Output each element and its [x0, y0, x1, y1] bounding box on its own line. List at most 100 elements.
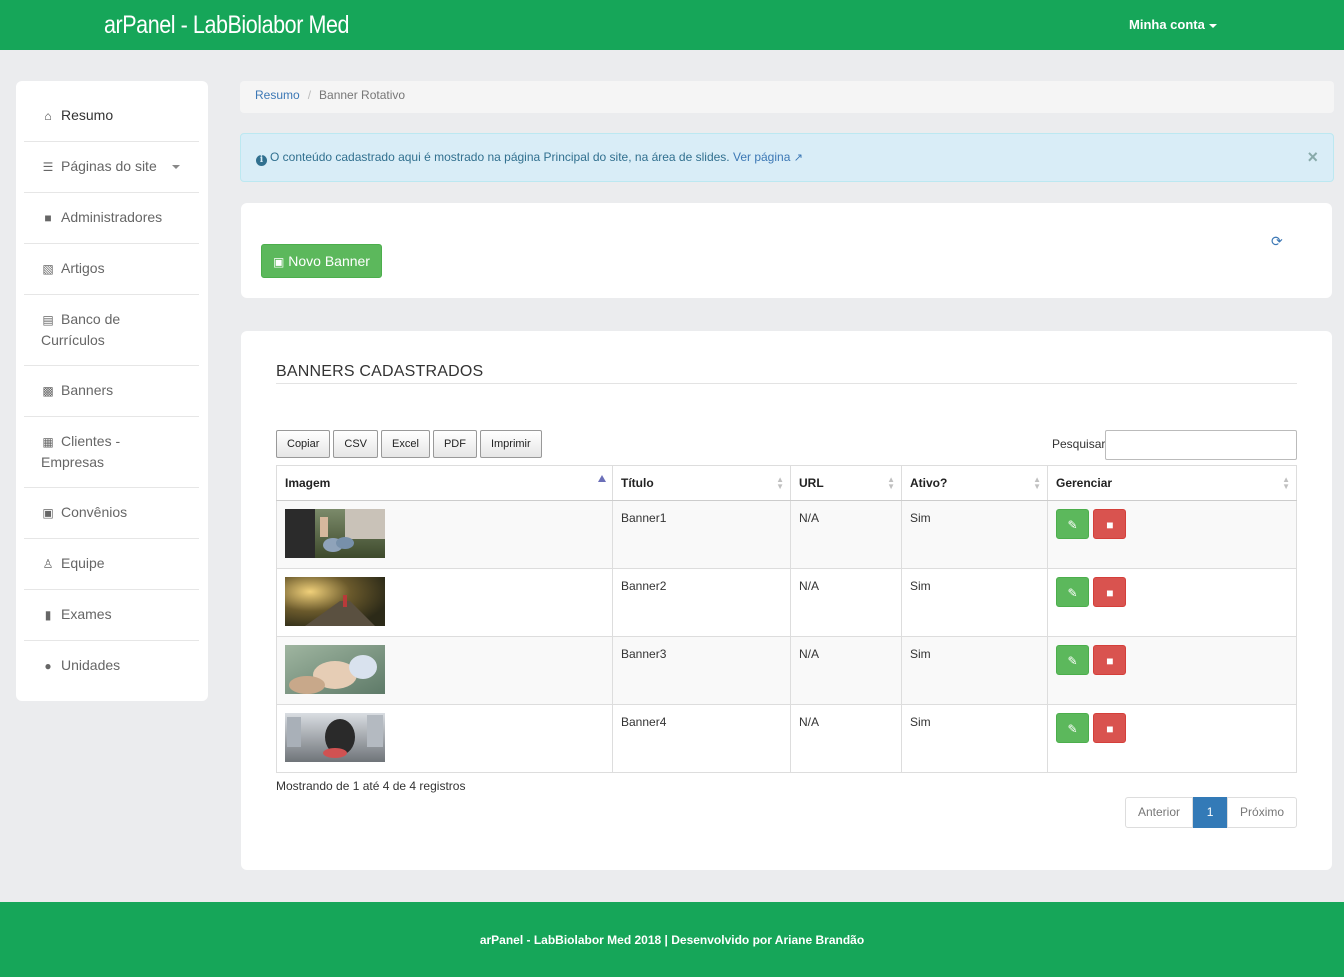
image-cell [276, 568, 613, 637]
sidebar-item-artigos[interactable]: ▧ Artigos [24, 245, 199, 295]
sidebar-item-convenios[interactable]: ▣ Convênios [24, 489, 199, 539]
column-header-url[interactable]: URL ▲ ▼ [790, 465, 902, 501]
delete-button[interactable]: ■ [1093, 645, 1127, 675]
footer-text: arPanel - LabBiolabor Med 2018 | Desenvo… [479, 933, 865, 947]
save-icon: ▣ [273, 255, 285, 269]
edit-button[interactable]: ✎ [1056, 509, 1089, 539]
close-alert-button[interactable]: × [1307, 148, 1318, 166]
banner-thumbnail[interactable] [285, 713, 385, 762]
url-cell: N/A [790, 500, 902, 569]
info-alert: iO conteúdo cadastrado aqui é mostrado n… [240, 133, 1334, 182]
actions-cell: ✎ ■ [1047, 636, 1297, 705]
delete-button[interactable]: ■ [1093, 509, 1127, 539]
view-page-link[interactable]: Ver página ↗ [733, 150, 803, 164]
url-cell: N/A [790, 568, 902, 637]
banner-thumbnail[interactable] [285, 645, 385, 694]
previous-page-button[interactable]: Anterior [1125, 797, 1194, 828]
trash-icon: ■ [1106, 654, 1114, 668]
column-header-titulo[interactable]: Título ▲ ▼ [612, 465, 791, 501]
sidebar-item-banners[interactable]: ▩ Banners [24, 367, 199, 417]
file-icon: ▮ [44, 608, 52, 622]
pagination: Anterior 1 Próximo [1125, 797, 1298, 828]
ativo-cell: Sim [901, 500, 1048, 569]
sidebar-item-exames[interactable]: ▮ Exames [24, 591, 199, 641]
divider [276, 383, 1297, 384]
column-header-gerenciar[interactable]: Gerenciar ▲ ▼ [1047, 465, 1297, 501]
sidebar-item-administradores[interactable]: ■ Administradores [24, 194, 199, 244]
chevron-down-icon [171, 165, 180, 170]
edit-button[interactable]: ✎ [1056, 577, 1089, 607]
sidebar-item-label: Unidades [61, 657, 121, 673]
next-page-button[interactable]: Próximo [1227, 797, 1298, 828]
brand-title[interactable]: arPanel - LabBiolabor Med [104, 11, 349, 40]
edit-icon: ✎ [1067, 722, 1078, 736]
banners-table: Imagem Título ▲ ▼ URL ▲ ▼ Ativo? ▲ ▼ Gerenciar… [276, 465, 1297, 773]
banner-thumbnail[interactable] [285, 509, 385, 558]
url-cell: N/A [790, 636, 902, 705]
new-banner-label: Novo Banner [288, 253, 370, 269]
sidebar-item-label: Resumo [61, 107, 114, 123]
sidebar-item-label: Equipe [61, 555, 105, 571]
sort-icon: ▲ ▼ [887, 475, 895, 491]
column-label: Gerenciar [1056, 476, 1113, 490]
trash-icon: ■ [1106, 518, 1114, 532]
column-header-imagem[interactable]: Imagem [276, 465, 613, 501]
ativo-cell: Sim [901, 636, 1048, 705]
sidebar-item-equipe[interactable]: ♙ Equipe [24, 540, 199, 590]
breadcrumb-home-link[interactable]: Resumo [255, 88, 300, 102]
sidebar-item-label: Exames [61, 606, 112, 622]
table-row: Banner4 N/A Sim ✎ ■ [276, 704, 1297, 773]
sidebar-item-label: Convênios [61, 504, 128, 520]
ativo-cell: Sim [901, 568, 1048, 637]
account-menu[interactable]: Minha conta [1129, 17, 1217, 32]
sidebar-item-curriculos[interactable]: ▤ Banco de Currículos [24, 296, 199, 366]
search-input[interactable] [1105, 430, 1297, 460]
image-icon: ▩ [42, 384, 54, 398]
sidebar-item-label: Páginas do site [61, 158, 157, 174]
building-icon: ▦ [42, 435, 54, 449]
trash-icon: ■ [1106, 722, 1114, 736]
refresh-icon[interactable]: ⟳ [1271, 233, 1283, 250]
column-label: URL [799, 476, 824, 490]
edit-button[interactable]: ✎ [1056, 645, 1089, 675]
image-cell [276, 704, 613, 773]
edit-button[interactable]: ✎ [1056, 713, 1089, 743]
column-label: Ativo? [910, 476, 948, 490]
sidebar: ⌂ Resumo ☰ Páginas do site ■ Administradore… [16, 81, 208, 701]
sort-icon: ▲ ▼ [776, 475, 784, 491]
view-page-label: Ver página [732, 150, 791, 164]
delete-button[interactable]: ■ [1093, 713, 1127, 743]
delete-button[interactable]: ■ [1093, 577, 1127, 607]
pdf-button[interactable]: PDF [432, 430, 477, 458]
copy-button[interactable]: Copiar [276, 430, 331, 458]
table-header-row: Imagem Título ▲ ▼ URL ▲ ▼ Ativo? ▲ ▼ Gerenciar… [276, 465, 1297, 501]
actions-cell: ✎ ■ [1047, 704, 1297, 773]
table-row: Banner1 N/A Sim ✎ ■ [276, 500, 1297, 569]
column-label: Título [621, 476, 654, 490]
home-icon: ⌂ [44, 109, 52, 123]
breadcrumb-separator: / [307, 88, 312, 102]
titulo-cell: Banner1 [612, 500, 791, 569]
url-cell: N/A [790, 704, 902, 773]
search-label: Pesquisar [1052, 437, 1106, 451]
sort-icon: ▲ ▼ [1033, 475, 1041, 491]
column-header-ativo[interactable]: Ativo? ▲ ▼ [901, 465, 1048, 501]
excel-button[interactable]: Excel [381, 430, 430, 458]
info-icon: i [256, 155, 267, 166]
sidebar-item-resumo[interactable]: ⌂ Resumo [24, 102, 199, 142]
footer: arPanel - LabBiolabor Med 2018 | Desenvo… [0, 902, 1344, 977]
trash-icon: ■ [1106, 586, 1114, 600]
sidebar-item-unidades[interactable]: ● Unidades [24, 642, 199, 692]
table-info: Mostrando de 1 até 4 de 4 registros [276, 779, 466, 793]
print-button[interactable]: Imprimir [479, 430, 542, 458]
sort-asc-icon [598, 475, 606, 482]
sidebar-item-clientes[interactable]: ▦ Clientes - Empresas [24, 418, 199, 488]
page-1-button[interactable]: 1 [1193, 797, 1228, 828]
ativo-cell: Sim [901, 704, 1048, 773]
csv-button[interactable]: CSV [333, 430, 379, 458]
breadcrumb: Resumo / Banner Rotativo [240, 81, 1334, 113]
alert-text: O conteúdo cadastrado aqui é mostrado na… [270, 150, 730, 164]
new-banner-button[interactable]: ▣ Novo Banner [261, 244, 382, 278]
sidebar-item-paginas[interactable]: ☰ Páginas do site [24, 143, 199, 193]
banner-thumbnail[interactable] [285, 577, 385, 626]
